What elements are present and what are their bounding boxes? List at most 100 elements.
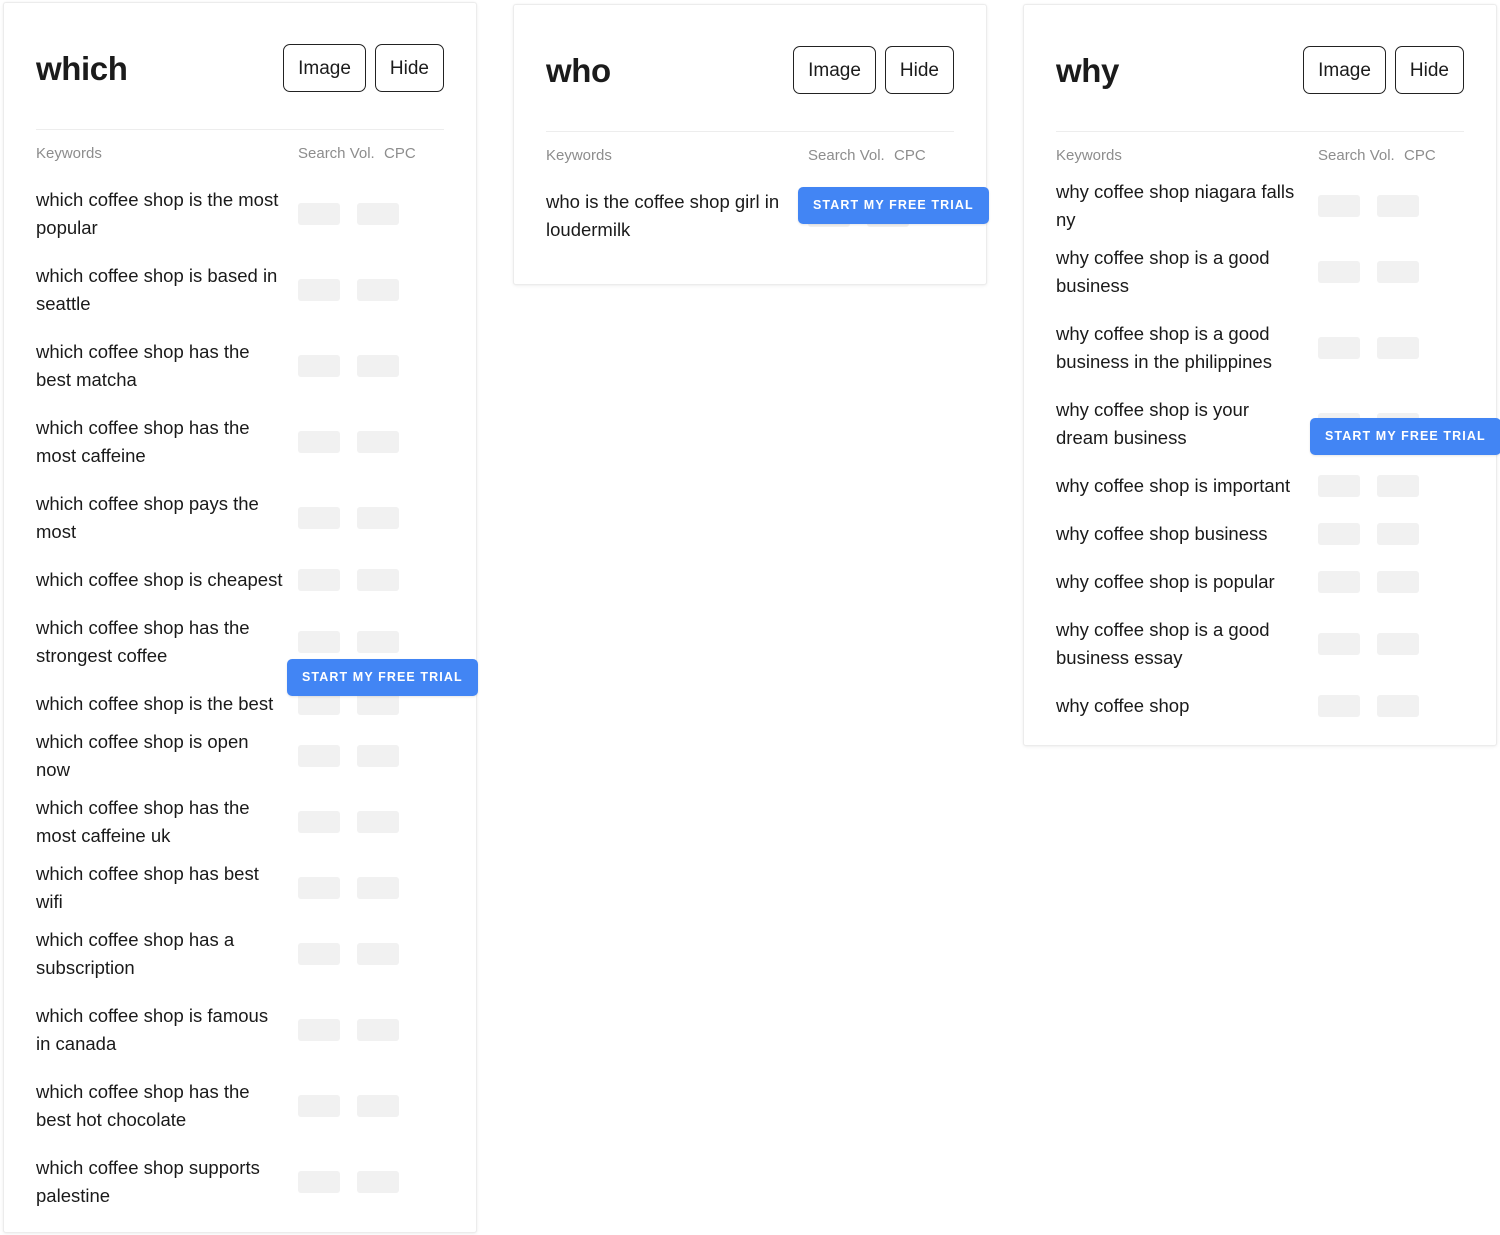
table-row[interactable]: which coffee shop is the most popular [36,176,444,252]
column-header-cpc: CPC [1404,147,1464,164]
search-volume-placeholder [298,279,340,301]
cpc-placeholder [1377,475,1419,497]
cpc-placeholder [357,355,399,377]
row-metrics [1318,695,1464,717]
keyword-text: which coffee shop has the most caffeine [36,414,298,470]
table-row[interactable]: which coffee shop is based in seattle [36,252,444,328]
image-button[interactable]: Image [793,46,876,94]
row-metrics [298,279,444,301]
keyword-text: which coffee shop pays the most [36,490,298,546]
header-button-group: Image Hide [793,46,954,94]
table-row[interactable]: which coffee shop is famous in canada [36,992,444,1068]
image-button[interactable]: Image [1303,46,1386,94]
keyword-text: which coffee shop has the most caffeine … [36,794,298,850]
cpc-placeholder [357,877,399,899]
keyword-text: which coffee shop is based in seattle [36,262,298,318]
table-row[interactable]: why coffee shop is popular [1056,558,1464,606]
cpc-placeholder [357,279,399,301]
table-row[interactable]: why coffee shop niagara falls ny [1056,178,1464,234]
table-row[interactable]: which coffee shop has the best hot choco… [36,1068,444,1144]
table-row[interactable]: why coffee shop is important [1056,462,1464,510]
table-row[interactable]: which coffee shop has the best matcha [36,328,444,404]
cpc-placeholder [357,1171,399,1193]
cpc-placeholder [1377,261,1419,283]
cpc-placeholder [1377,571,1419,593]
search-volume-placeholder [1318,571,1360,593]
table-row[interactable]: which coffee shop supports palestine [36,1144,444,1220]
table-row[interactable]: which coffee shop has best wifi [36,860,444,916]
table-row[interactable]: which coffee shop has the most caffeine [36,404,444,480]
column-headers: Keywords Search Vol. CPC [546,132,954,178]
table-row[interactable]: why coffee shop [1056,682,1464,730]
table-row[interactable]: which coffee shop pays the most [36,480,444,556]
search-volume-placeholder [298,631,340,653]
column-header-search-volume: Search Vol. [808,147,894,164]
start-free-trial-button[interactable]: START MY FREE TRIAL [798,187,989,224]
keyword-text: which coffee shop has the strongest coff… [36,614,298,670]
column-header-search-volume: Search Vol. [1318,147,1404,164]
cpc-placeholder [357,943,399,965]
table-row[interactable]: why coffee shop is a good business [1056,234,1464,310]
hide-button[interactable]: Hide [375,44,444,92]
cpc-placeholder [357,693,399,715]
card-header: why Image Hide [1056,5,1464,131]
table-row[interactable]: why coffee shop is a good business essay [1056,606,1464,682]
keyword-card-which: which Image Hide Keywords Search Vol. CP… [3,2,477,1233]
table-row[interactable]: which coffee shop has a subscription [36,916,444,992]
keyword-text: why coffee shop is important [1056,472,1318,500]
table-row[interactable]: which coffee shop has the most caffeine … [36,784,444,860]
search-volume-placeholder [1318,195,1360,217]
search-volume-placeholder [1318,475,1360,497]
keyword-text: which coffee shop is famous in canada [36,1002,298,1058]
row-metrics [1318,633,1464,655]
keyword-text: which coffee shop has the best matcha [36,338,298,394]
search-volume-placeholder [298,355,340,377]
table-row[interactable]: why coffee shop is a good business in th… [1056,310,1464,386]
row-metrics [298,811,444,833]
search-volume-placeholder [1318,523,1360,545]
start-free-trial-button[interactable]: START MY FREE TRIAL [1310,418,1500,455]
search-volume-placeholder [298,745,340,767]
cpc-placeholder [1377,195,1419,217]
keyword-text: which coffee shop has best wifi [36,860,298,916]
search-volume-placeholder [1318,633,1360,655]
column-headers: Keywords Search Vol. CPC [1056,132,1464,178]
row-metrics [1318,195,1464,217]
keyword-text: which coffee shop is open now [36,728,298,784]
row-metrics [1318,337,1464,359]
header-button-group: Image Hide [283,44,444,92]
start-free-trial-button[interactable]: START MY FREE TRIAL [287,659,478,696]
page-title: why [1056,54,1119,87]
card-header: who Image Hide [546,5,954,131]
keyword-list: which coffee shop is the most popular wh… [36,176,444,1220]
keyword-text: which coffee shop is the best [36,690,298,718]
keyword-text: which coffee shop has the best hot choco… [36,1078,298,1134]
table-row[interactable]: which coffee shop is cheapest [36,556,444,604]
search-volume-placeholder [1318,695,1360,717]
row-metrics [298,1019,444,1041]
keyword-card-who: who Image Hide Keywords Search Vol. CPC … [513,4,987,285]
keyword-cards-page: which Image Hide Keywords Search Vol. CP… [0,0,1500,1235]
cpc-placeholder [357,431,399,453]
image-button[interactable]: Image [283,44,366,92]
column-header-keywords: Keywords [1056,147,1318,164]
keyword-card-why: why Image Hide Keywords Search Vol. CPC … [1023,4,1497,746]
row-metrics [1318,523,1464,545]
hide-button[interactable]: Hide [885,46,954,94]
keyword-text: why coffee shop [1056,692,1318,720]
keyword-text: why coffee shop niagara falls ny [1056,178,1318,234]
row-metrics [298,203,444,225]
search-volume-placeholder [298,569,340,591]
search-volume-placeholder [298,203,340,225]
keyword-text: why coffee shop business [1056,520,1318,548]
column-header-cpc: CPC [384,145,444,162]
column-header-keywords: Keywords [36,145,298,162]
row-metrics [298,631,444,653]
keyword-text: why coffee shop is a good business [1056,244,1318,300]
hide-button[interactable]: Hide [1395,46,1464,94]
row-metrics [298,569,444,591]
table-row[interactable]: why coffee shop business [1056,510,1464,558]
search-volume-placeholder [298,693,340,715]
search-volume-placeholder [298,507,340,529]
table-row[interactable]: which coffee shop is open now [36,728,444,784]
